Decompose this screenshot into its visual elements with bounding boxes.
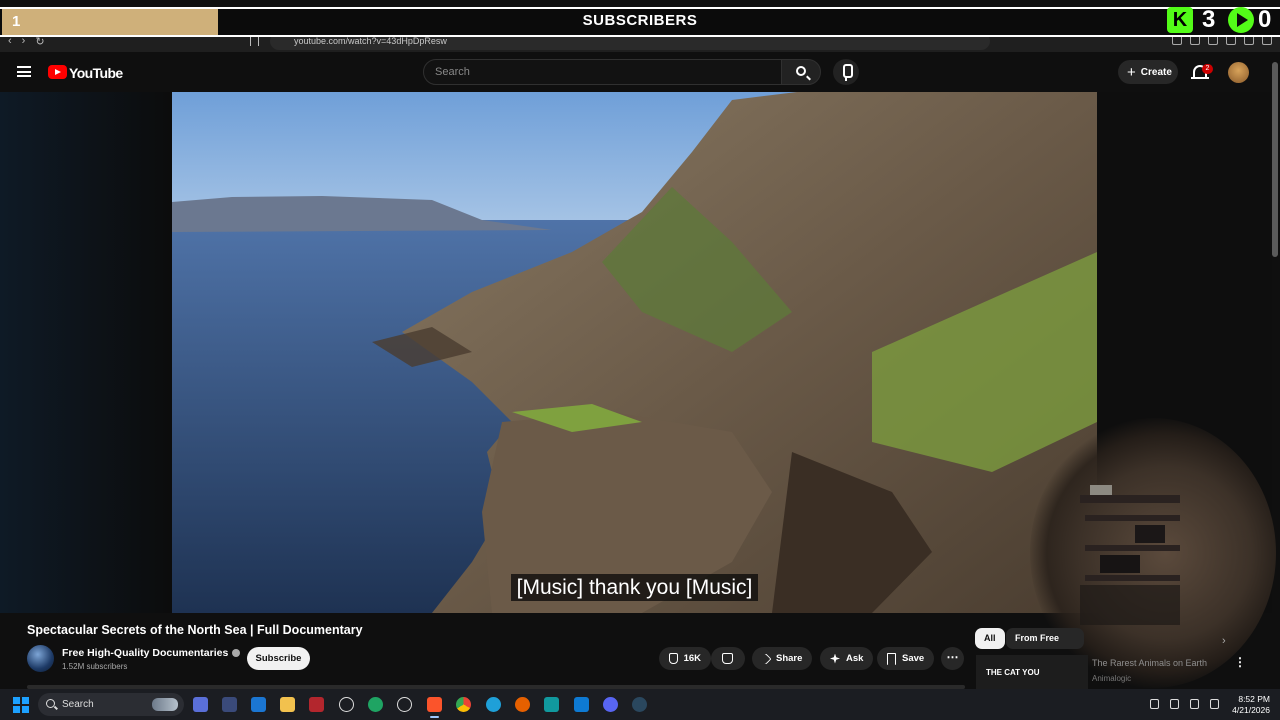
share-button[interactable]: Share — [752, 647, 813, 670]
kick-count: 3 — [1202, 6, 1216, 33]
hamburger-menu-icon[interactable] — [17, 66, 31, 77]
channel-subscriber-count: 1.52M subscribers — [62, 662, 128, 671]
copilot-icon[interactable] — [193, 697, 208, 712]
thumbnail-text: THE CAT YOU — [986, 668, 1040, 677]
chip-all[interactable]: All — [975, 628, 1005, 649]
app-icon[interactable] — [544, 697, 559, 712]
clock-date: 4/21/2026 — [1232, 705, 1270, 715]
edge-icon[interactable] — [486, 697, 501, 712]
caption-text: [Music] thank you [Music] — [510, 574, 759, 601]
thumbs-up-icon — [669, 653, 678, 664]
chevron-right-icon[interactable]: › — [1222, 635, 1226, 647]
vscode-icon[interactable] — [574, 697, 589, 712]
recommended-video-thumbnail[interactable]: THE CAT YOU — [976, 655, 1088, 689]
search-highlight-icon — [152, 698, 178, 711]
thumbs-down-icon — [722, 653, 733, 664]
file-explorer-icon[interactable] — [280, 697, 295, 712]
caption-track: [Music] thank you [Music] — [172, 574, 1097, 601]
play-logo-icon — [1228, 7, 1254, 33]
wifi-icon[interactable] — [1190, 699, 1199, 709]
browser-icon[interactable] — [368, 697, 383, 712]
save-label: Save — [902, 653, 925, 664]
windows-start-icon[interactable] — [13, 697, 29, 713]
taskbar-search[interactable]: Search — [38, 693, 184, 716]
video-frame-landscape — [172, 92, 1097, 613]
like-count: 16K — [683, 653, 701, 664]
youtube-header: YouTube + Create — [0, 52, 1280, 92]
more-actions-icon[interactable]: ⋯ — [941, 647, 964, 670]
stream-goal-overlay: 1 SUBSCRIBERS K 3 0 — [0, 6, 1280, 37]
app-icon[interactable] — [222, 697, 237, 712]
discord-icon[interactable] — [603, 697, 618, 712]
windows-taskbar: Search 8:52 PM 4/21/2026 — [0, 689, 1280, 720]
volume-icon[interactable] — [1210, 699, 1219, 709]
taskbar-clock[interactable]: 8:52 PM 4/21/2026 — [1222, 694, 1270, 716]
more-vert-icon[interactable]: ⋮ — [1234, 656, 1246, 668]
page-scrollbar[interactable] — [1272, 62, 1278, 257]
youtube-logo-icon[interactable] — [48, 65, 67, 79]
chip-from-channel[interactable]: From Free — [1006, 628, 1084, 649]
ask-button[interactable]: Ask — [820, 647, 874, 670]
system-tray — [1150, 699, 1219, 709]
webcam-shelf-image — [1080, 485, 1180, 625]
search-input[interactable] — [424, 60, 781, 84]
save-button[interactable]: Save — [877, 647, 935, 670]
subscribe-button[interactable]: Subscribe — [247, 647, 310, 670]
dislike-button[interactable] — [711, 647, 745, 670]
search-box[interactable] — [423, 59, 782, 85]
bookmark-save-icon — [887, 652, 896, 665]
kick-logo-icon: K — [1167, 7, 1193, 33]
plus-icon: + — [1127, 63, 1136, 81]
search-icon — [796, 66, 806, 76]
screen: ‹ › ↻ youtube.com/watch?v=43dHpDpResw 1 … — [0, 0, 1280, 720]
youtube-logo-text[interactable]: YouTube — [69, 65, 123, 81]
create-label: Create — [1140, 66, 1172, 78]
create-button[interactable]: + Create — [1118, 60, 1178, 84]
steam-icon[interactable] — [632, 697, 647, 712]
remote-desktop-icon[interactable] — [251, 697, 266, 712]
clock-app-icon[interactable] — [339, 697, 354, 712]
microphone-icon[interactable] — [1170, 699, 1179, 709]
sparkle-icon — [830, 653, 840, 664]
taskbar-search-label: Search — [62, 699, 94, 710]
goal-title: SUBSCRIBERS — [582, 12, 698, 29]
play-count: 0 — [1258, 6, 1272, 33]
share-label: Share — [776, 653, 803, 664]
channel-name-text: Free High-Quality Documentaries — [62, 647, 229, 659]
url-text: youtube.com/watch?v=43dHpDpResw — [294, 36, 447, 46]
search-icon — [46, 699, 55, 708]
verified-icon — [232, 649, 241, 658]
like-button[interactable]: 16K — [659, 647, 711, 670]
search-button[interactable] — [781, 59, 821, 85]
voice-search-icon[interactable] — [833, 59, 859, 85]
firefox-icon[interactable] — [515, 697, 530, 712]
channel-avatar[interactable] — [27, 645, 54, 672]
video-backdrop-left — [0, 92, 172, 613]
clock-time: 8:52 PM — [1238, 694, 1270, 704]
notification-badge: 2 — [1202, 64, 1213, 74]
share-icon — [760, 652, 772, 665]
obs-icon[interactable] — [397, 697, 412, 712]
recommended-video-channel: Animalogic — [1092, 674, 1132, 683]
chrome-icon[interactable] — [456, 697, 471, 712]
ask-label: Ask — [846, 653, 864, 664]
chevron-up-icon[interactable] — [1150, 699, 1159, 709]
brave-icon[interactable] — [427, 697, 442, 718]
video-title: Spectacular Secrets of the North Sea | F… — [27, 623, 363, 637]
video-player[interactable]: [Music] thank you [Music] — [172, 92, 1097, 613]
channel-name[interactable]: Free High-Quality Documentaries — [62, 647, 241, 659]
avatar[interactable] — [1228, 62, 1249, 83]
app-icon[interactable] — [309, 697, 324, 712]
recommended-video-title[interactable]: The Rarest Animals on Earth — [1092, 658, 1207, 668]
